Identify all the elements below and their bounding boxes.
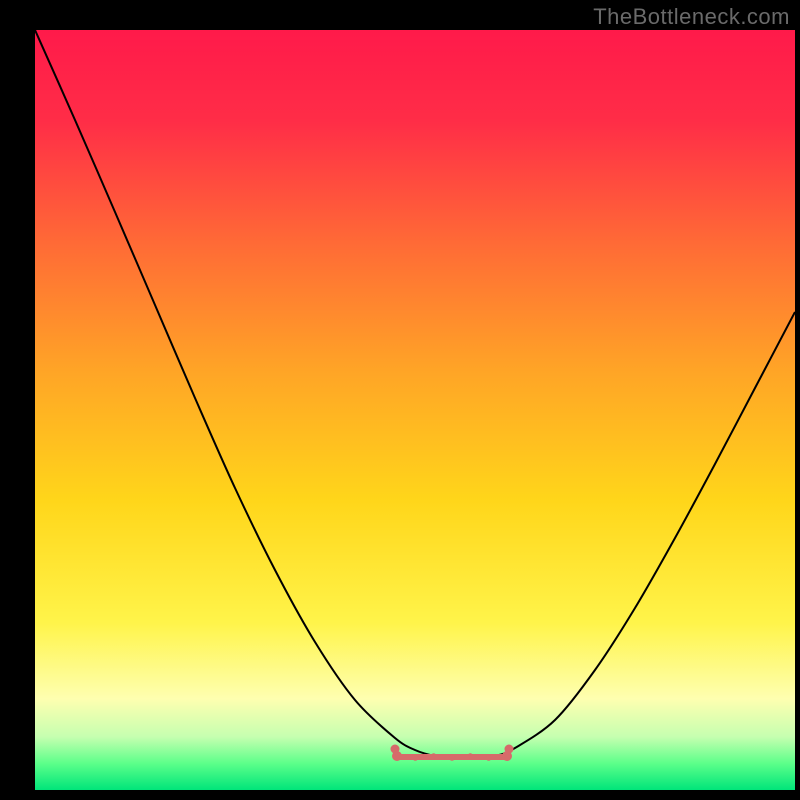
bottom-marker-dot (468, 753, 474, 759)
watermark-text: TheBottleneck.com (593, 4, 790, 30)
bottleneck-curve (35, 30, 795, 790)
bottom-marker-dot (413, 755, 419, 761)
plot-area (35, 30, 795, 790)
chart-frame: TheBottleneck.com (0, 0, 800, 800)
bottom-marker-dot (449, 755, 455, 761)
bottom-marker-dot (486, 755, 492, 761)
bottom-marker-dot (431, 753, 437, 759)
